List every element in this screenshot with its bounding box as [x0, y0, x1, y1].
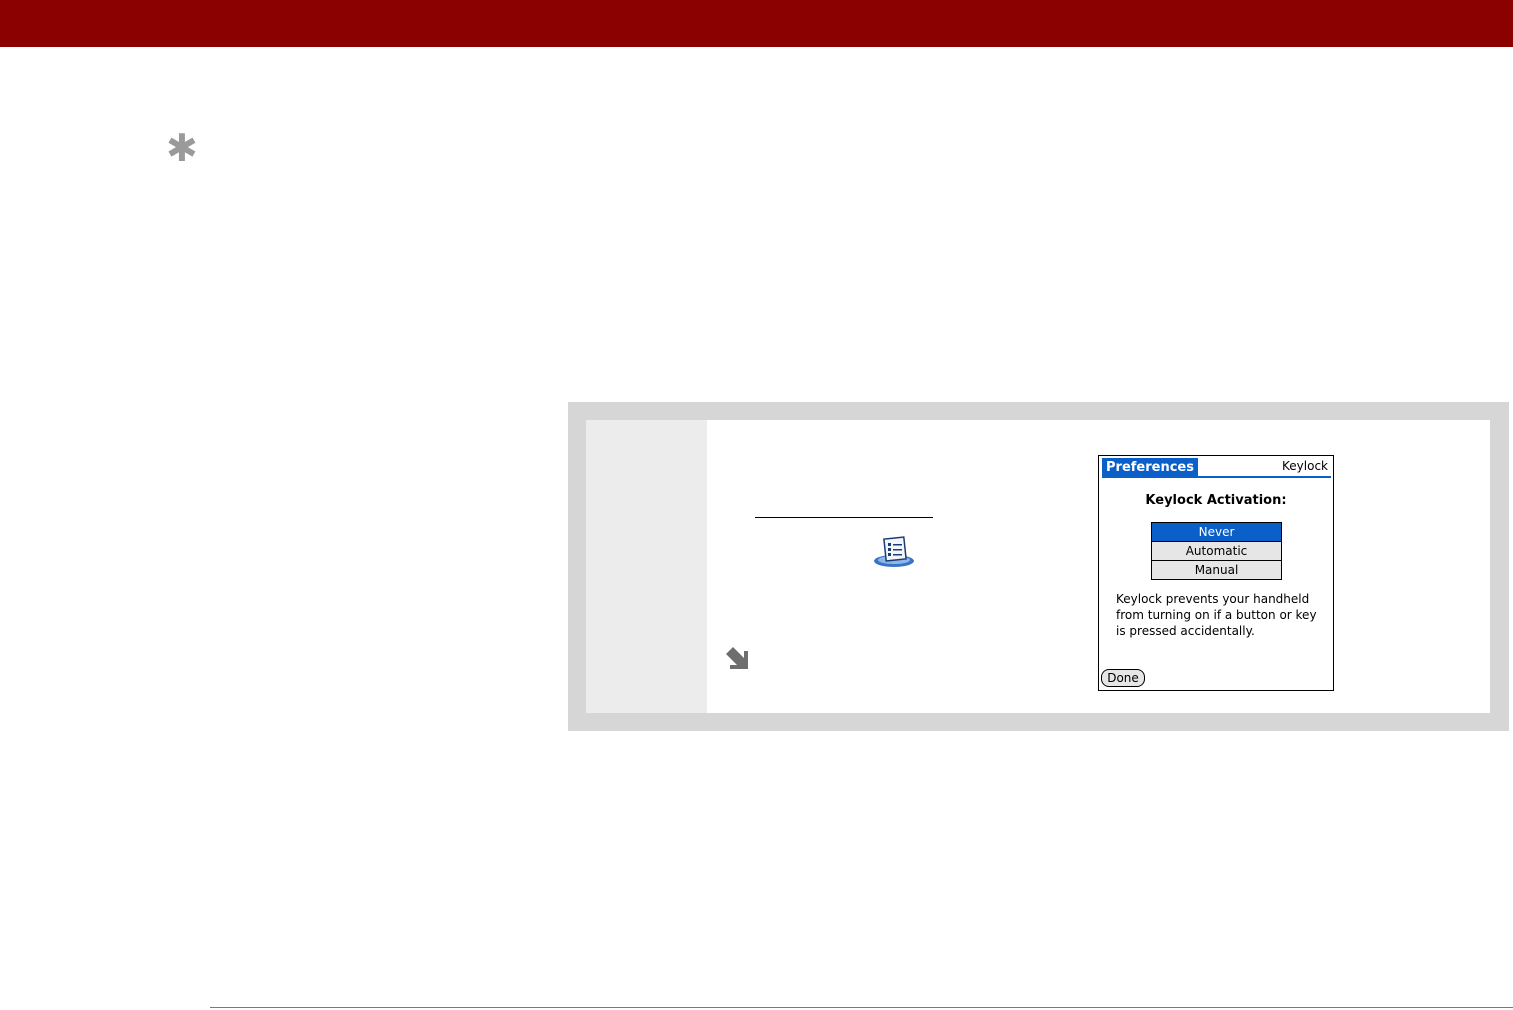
step-number-column	[586, 420, 707, 713]
done-button[interactable]: Done	[1101, 669, 1145, 687]
keylock-option-list: Never Automatic Manual	[1151, 522, 1282, 580]
device-screenshot: Preferences Keylock Keylock Activation: …	[1098, 455, 1334, 691]
app-title-tab[interactable]: Preferences	[1102, 458, 1198, 478]
footer-divider	[210, 1007, 1513, 1008]
link-underline[interactable]	[755, 517, 933, 518]
header-bar	[0, 0, 1513, 47]
section-heading: Keylock Activation:	[1145, 493, 1287, 508]
title-underline	[1102, 476, 1331, 478]
prefs-app-icon	[874, 536, 914, 567]
panel-name: Keylock	[1282, 459, 1328, 473]
asterisk-tip-icon: ✱	[166, 126, 198, 170]
keylock-description: Keylock prevents your handheld from turn…	[1116, 592, 1317, 638]
arrow-down-right-icon	[726, 647, 748, 669]
option-manual[interactable]: Manual	[1152, 560, 1281, 579]
option-never[interactable]: Never	[1152, 523, 1281, 541]
option-automatic[interactable]: Automatic	[1152, 541, 1281, 560]
